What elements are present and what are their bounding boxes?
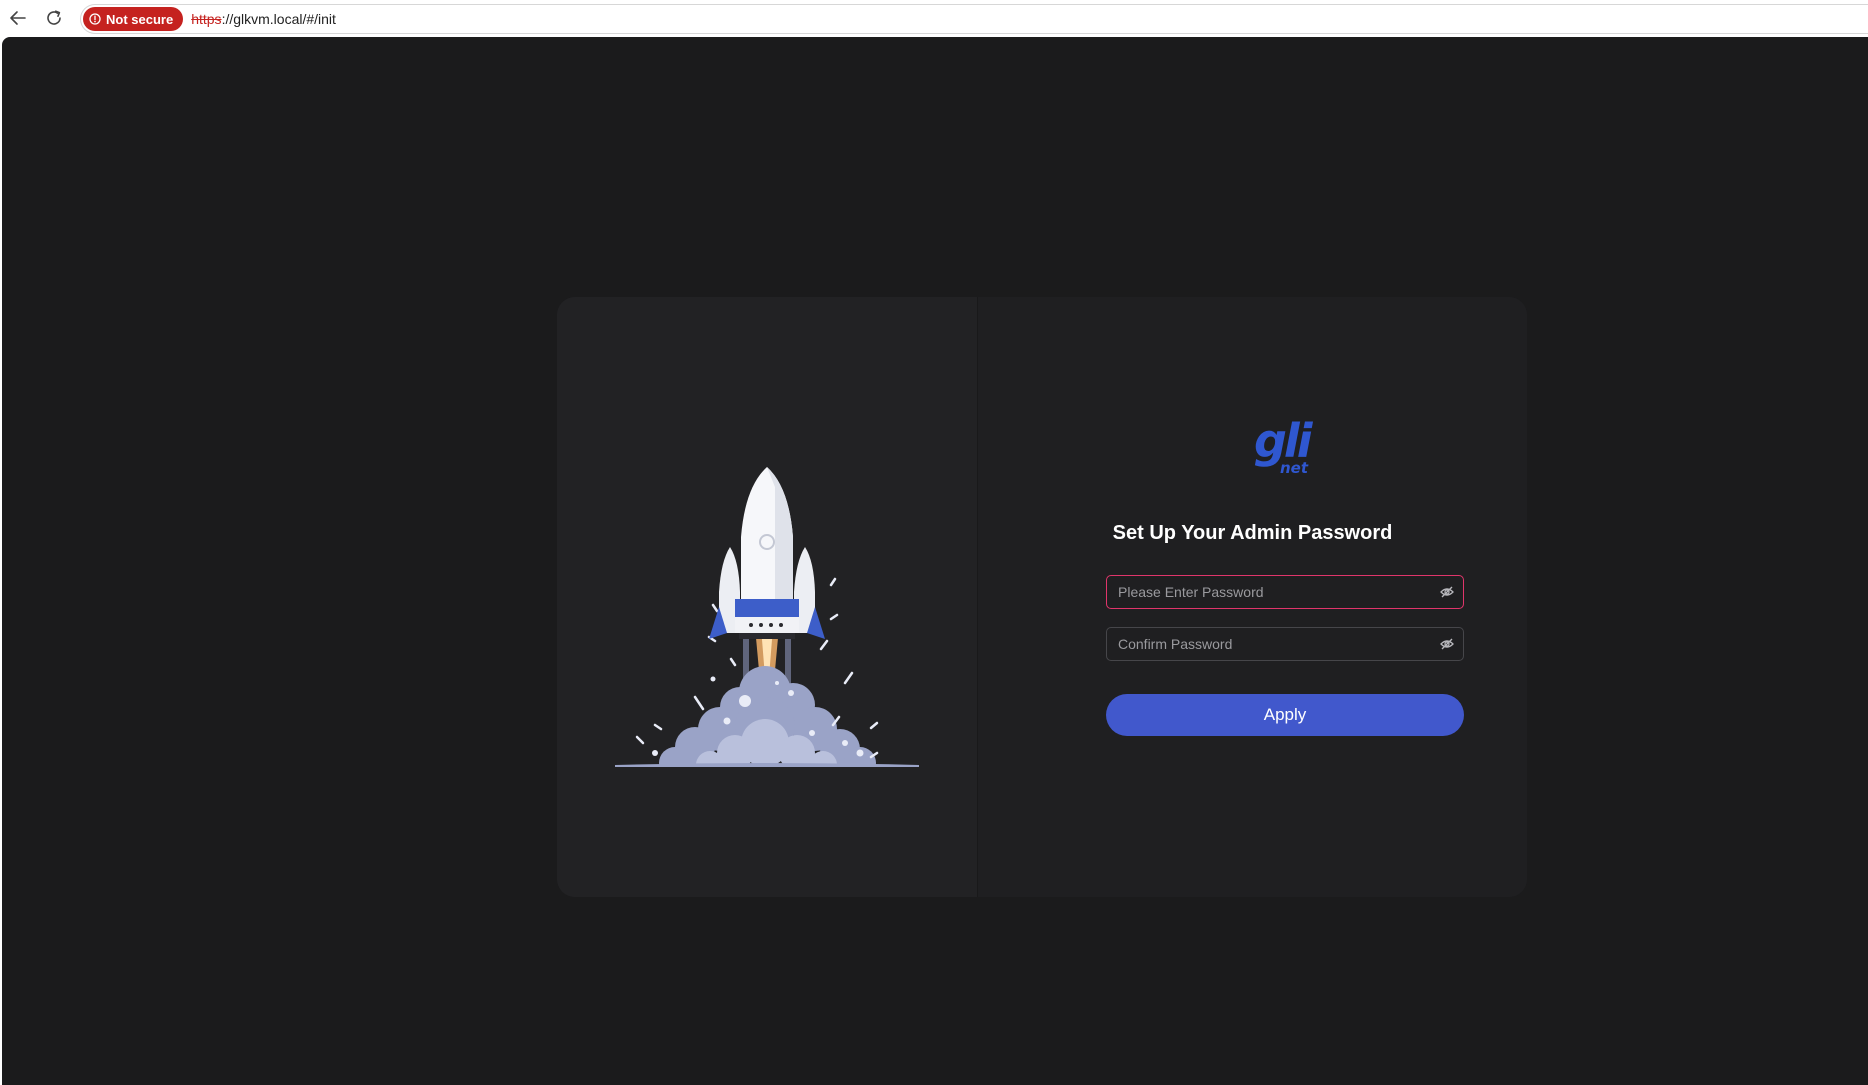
security-label: Not secure xyxy=(106,11,174,27)
back-button[interactable] xyxy=(0,0,36,36)
browser-toolbar: Not secure https://glkvm.local/#/init xyxy=(0,0,1868,36)
illustration-panel xyxy=(557,297,978,897)
reload-icon xyxy=(47,10,61,25)
arrow-left-icon xyxy=(10,11,26,25)
rocket-launch-illustration xyxy=(615,467,919,781)
reload-button[interactable] xyxy=(36,0,72,36)
address-bar[interactable]: Not secure https://glkvm.local/#/init xyxy=(80,4,1868,34)
eye-off-icon xyxy=(1440,586,1454,598)
page-title: Set Up Your Admin Password xyxy=(1112,522,1393,544)
toggle-confirm-visibility[interactable] xyxy=(1431,628,1463,660)
url-path: ://glkvm.local/#/init xyxy=(221,11,336,27)
toggle-password-visibility[interactable] xyxy=(1431,576,1463,608)
url-text[interactable]: https://glkvm.local/#/init xyxy=(191,11,336,27)
url-scheme: https xyxy=(191,11,222,27)
security-indicator[interactable]: Not secure xyxy=(83,7,184,31)
eye-off-icon xyxy=(1440,638,1454,650)
setup-card: gli net Set Up Your Admin Password Apply xyxy=(557,297,1527,897)
password-field xyxy=(1106,575,1464,609)
shield-warning-icon xyxy=(89,13,101,25)
password-input[interactable] xyxy=(1107,576,1431,608)
svg-text:net: net xyxy=(1280,459,1309,477)
confirm-password-field xyxy=(1106,627,1464,661)
page-viewport: gli net Set Up Your Admin Password Apply xyxy=(2,37,1868,1085)
glinet-logo: gli net xyxy=(1254,417,1317,477)
confirm-password-input[interactable] xyxy=(1107,628,1431,660)
apply-button[interactable]: Apply xyxy=(1106,694,1464,736)
form-panel: gli net Set Up Your Admin Password Apply xyxy=(978,297,1527,897)
